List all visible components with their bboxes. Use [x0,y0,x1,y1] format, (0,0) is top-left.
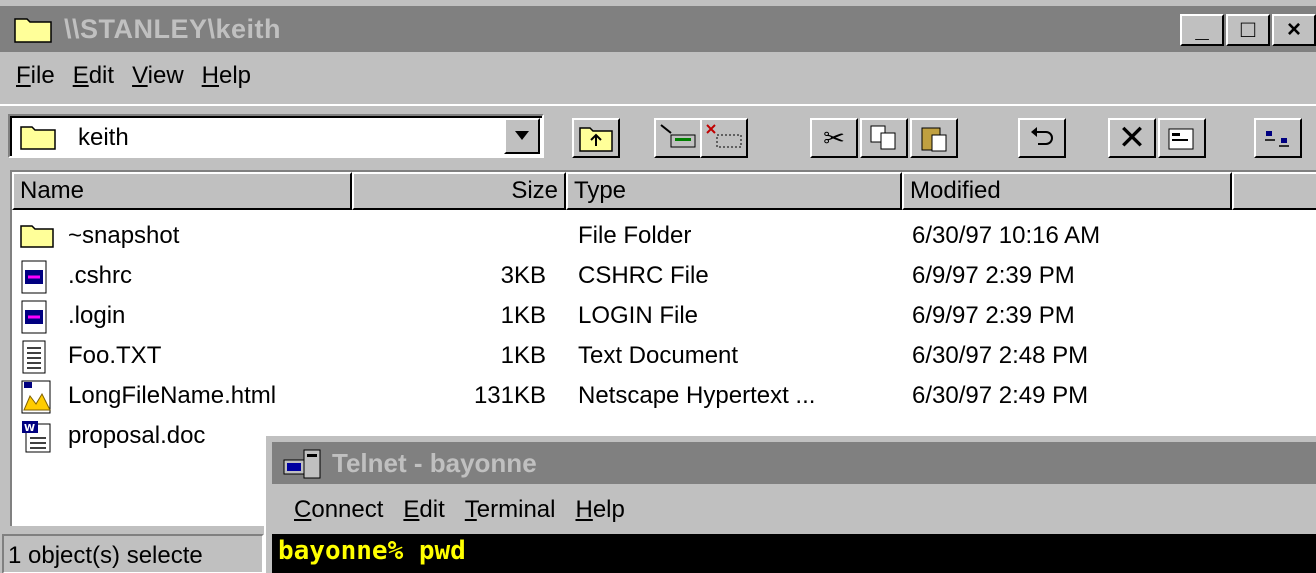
menu-view[interactable]: View [132,62,184,90]
file-name: LongFileName.html [68,382,277,409]
paste-icon [921,127,947,152]
terminal-line: bayonne% pwd [278,536,466,566]
maximize-button[interactable]: □ [1226,14,1270,46]
properties-icon [1168,128,1194,150]
file-icon [20,260,54,294]
map-drive-icon [660,124,696,148]
copy-button[interactable] [860,118,908,158]
file-size: 3KB [500,262,546,289]
chevron-down-icon [515,131,529,140]
file-type: File Folder [578,222,692,249]
file-type: LOGIN File [578,302,699,329]
column-header-size[interactable]: Size [352,172,566,210]
file-modified: 6/9/97 2:39 PM [912,302,1075,329]
menu-edit[interactable]: Edit [73,62,114,90]
file-modified: 6/30/97 2:49 PM [912,382,1089,409]
telnet-window[interactable]: Telnet - bayonne Connect Edit Terminal H… [264,434,1316,573]
dropdown-button[interactable] [504,118,540,154]
map-drive-button[interactable] [654,118,702,158]
menu-help[interactable]: Help [575,496,624,524]
undo-button[interactable] [1018,118,1066,158]
html-document-icon [20,380,54,414]
explorer-menubar: File Edit View Help [0,56,253,96]
file-name: ~snapshot [68,222,180,249]
up-folder-button[interactable] [572,118,620,158]
file-icon [20,300,54,334]
paste-button[interactable] [910,118,958,158]
file-size: 131KB [473,382,546,409]
column-header-modified[interactable]: Modified [902,172,1232,210]
file-modified: 6/30/97 2:48 PM [912,342,1089,369]
list-item[interactable]: Foo.TXT 1KB Text Document 6/30/97 2:48 P… [12,336,1316,376]
list-item[interactable]: ~snapshot File Folder 6/30/97 10:16 AM [12,216,1316,256]
close-button[interactable]: × [1272,14,1316,46]
status-text: 1 object(s) selecte [2,534,264,573]
svg-text:W: W [24,423,35,434]
disconnect-drive-icon [706,124,742,148]
properties-button[interactable] [1158,118,1206,158]
word-document-icon: W [20,420,54,454]
column-header-type[interactable]: Type [566,172,902,210]
undo-icon [1031,127,1053,145]
file-size: 1KB [500,302,546,329]
address-combobox[interactable]: keith [8,114,544,158]
large-icons-button[interactable] [1254,118,1302,158]
menu-help[interactable]: Help [202,62,251,90]
file-type: Netscape Hypertext ... [578,382,816,409]
column-header-name[interactable]: Name [12,172,352,210]
folder-icon [20,124,56,150]
list-item[interactable]: .login 1KB LOGIN File 6/9/97 2:39 PM [12,296,1316,336]
file-modified: 6/30/97 10:16 AM [912,222,1101,249]
large-icons-icon [1265,131,1289,147]
file-type: CSHRC File [578,262,709,289]
menu-connect[interactable]: Connect [294,496,383,524]
delete-icon: ✕ [1117,119,1147,157]
window-title: \\STANLEY\keith [64,13,282,44]
window-controls: _ □ × [1180,14,1316,46]
list-item[interactable]: .cshrc 3KB CSHRC File 6/9/97 2:39 PM [12,256,1316,296]
address-text: keith [78,124,129,151]
up-folder-icon [579,127,613,152]
text-document-icon [20,340,54,374]
minimize-button[interactable]: _ [1180,14,1224,46]
menu-file[interactable]: File [16,62,55,90]
status-bar: 1 object(s) selecte [0,528,268,573]
cut-icon: ✂ [823,122,845,153]
toolbar: keith ✂ ✕ [0,104,1316,162]
menu-terminal[interactable]: Terminal [465,496,556,524]
file-name: proposal.doc [68,422,206,449]
cut-button[interactable]: ✂ [810,118,858,158]
file-type: Text Document [578,342,739,369]
file-modified: 6/9/97 2:39 PM [912,262,1075,289]
file-size: 1KB [500,342,546,369]
list-item[interactable]: LongFileName.html 131KB Netscape Hyperte… [12,376,1316,416]
telnet-titlebar[interactable]: Telnet - bayonne [272,442,1316,484]
folder-icon [20,220,54,254]
menu-edit[interactable]: Edit [403,496,444,524]
column-header-blank [1232,172,1316,210]
file-name: Foo.TXT [68,342,162,369]
terminal-screen[interactable]: bayonne% pwd [272,534,1316,573]
explorer-titlebar[interactable]: \\STANLEY\keith _ □ × [0,6,1316,52]
disconnect-drive-button[interactable] [700,118,748,158]
computer-icon [282,446,322,480]
file-name: .login [68,302,126,329]
folder-icon [14,15,52,43]
telnet-title: Telnet - bayonne [332,447,537,478]
copy-icon [870,125,896,150]
telnet-menubar: Connect Edit Terminal Help [266,490,625,530]
file-name: .cshrc [68,262,133,289]
delete-button[interactable]: ✕ [1108,118,1156,158]
